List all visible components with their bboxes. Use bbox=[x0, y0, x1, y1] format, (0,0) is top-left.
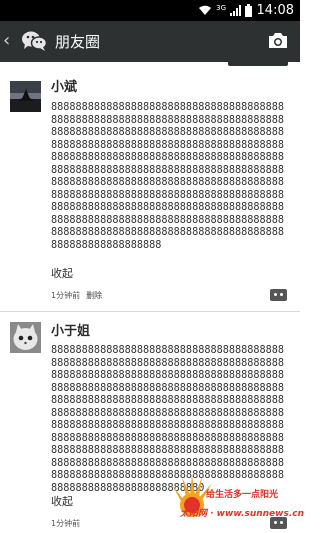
post-meta: 1分钟前 bbox=[51, 518, 80, 529]
chevron-left-icon[interactable]: ‹ bbox=[3, 31, 10, 51]
watermark-brand: 太阳网 · www.sunnews.cn bbox=[180, 509, 304, 519]
comment-icon[interactable] bbox=[270, 289, 287, 301]
post-content: 8888888888888888888888888888888888888888… bbox=[51, 102, 285, 251]
post-author[interactable]: 小于姐 bbox=[51, 324, 90, 340]
moment-post: 小斌 8888888888888888888888888888888888888… bbox=[0, 62, 300, 312]
network-type: 3G bbox=[216, 3, 226, 12]
post-time: 1分钟前 bbox=[51, 519, 81, 528]
collapse-button[interactable]: 收起 bbox=[51, 267, 73, 281]
post-time: 1分钟前 bbox=[51, 291, 81, 300]
collapse-button[interactable]: 收起 bbox=[51, 495, 73, 509]
avatar[interactable] bbox=[10, 81, 41, 112]
wechat-logo-icon[interactable] bbox=[20, 29, 48, 53]
status-icons: 3G bbox=[198, 3, 252, 18]
battery-icon bbox=[245, 4, 252, 17]
status-time: 14:08 bbox=[256, 3, 294, 18]
wifi-icon bbox=[199, 5, 212, 15]
page-title: 朋友圈 bbox=[55, 33, 101, 51]
avatar[interactable] bbox=[10, 322, 41, 353]
watermark-slogan: 给生活多一点阳光 bbox=[206, 490, 279, 500]
camera-icon[interactable] bbox=[268, 32, 288, 49]
status-bar: 3G 14:08 bbox=[0, 0, 300, 21]
delete-button[interactable]: 删除 bbox=[86, 291, 102, 300]
title-bar: ‹ 朋友圈 bbox=[0, 21, 300, 62]
post-meta: 1分钟前 删除 bbox=[51, 290, 102, 301]
signal-icon bbox=[230, 5, 241, 16]
post-author[interactable]: 小斌 bbox=[51, 80, 77, 96]
